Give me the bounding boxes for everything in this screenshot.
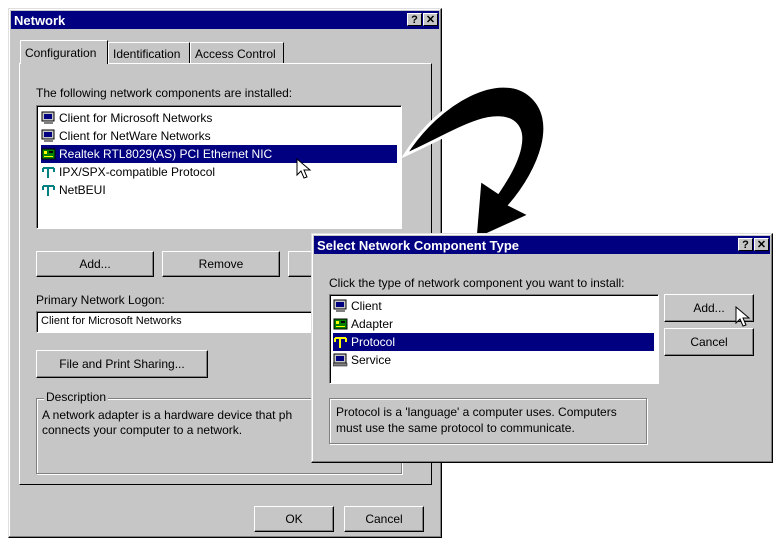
list-item[interactable]: Adapter — [333, 315, 654, 333]
list-item-selected[interactable]: Protocol — [333, 333, 654, 351]
close-button[interactable]: ✕ — [754, 238, 769, 251]
select-dialog-titlebar[interactable]: Select Network Component Type ? ✕ — [314, 236, 770, 254]
client-icon — [41, 111, 55, 124]
info-box: Protocol is a 'language' a computer uses… — [329, 398, 647, 444]
list-item[interactable]: NetBEUI — [41, 181, 397, 199]
mouse-pointer-icon — [296, 158, 312, 179]
service-icon — [333, 353, 348, 367]
tab-configuration[interactable]: Configuration — [20, 40, 108, 64]
select-component-dialog: Select Network Component Type ? ✕ Click … — [311, 233, 773, 463]
protocol-icon — [42, 167, 55, 178]
list-item-selected[interactable]: Realtek RTL8029(AS) PCI Ethernet NIC — [41, 145, 397, 163]
cancel-button[interactable]: Cancel — [344, 506, 424, 532]
mouse-pointer-icon — [735, 306, 751, 327]
client-icon — [333, 299, 347, 312]
primary-logon-value: Client for Microsoft Networks — [41, 315, 182, 327]
components-list[interactable]: Client for Microsoft Networks Client for… — [36, 105, 402, 229]
description-text: A network adapter is a hardware device t… — [42, 408, 293, 422]
protocol-icon — [334, 337, 347, 348]
help-button[interactable]: ? — [738, 238, 753, 251]
list-item[interactable]: Client for NetWare Networks — [41, 127, 397, 145]
network-titlebar[interactable]: Network ? ✕ — [11, 11, 439, 29]
list-item[interactable]: Client for Microsoft Networks — [41, 109, 397, 127]
client-icon — [41, 129, 55, 142]
remove-button[interactable]: Remove — [162, 251, 280, 277]
component-type-list[interactable]: Client Adapter Protocol Service — [329, 294, 659, 384]
dialog-title: Select Network Component Type — [317, 237, 520, 253]
info-line-1: Protocol is a 'language' a computer uses… — [336, 405, 617, 419]
primary-logon-label: Primary Network Logon: — [36, 293, 165, 307]
protocol-icon — [42, 185, 55, 196]
curved-arrow-graphic — [401, 84, 547, 240]
components-label: The following network components are ins… — [36, 86, 293, 100]
help-button[interactable]: ? — [407, 13, 422, 26]
tab-access-control[interactable]: Access Control — [190, 42, 284, 64]
info-line-2: must use the same protocol to communicat… — [336, 421, 575, 435]
select-prompt: Click the type of network component you … — [329, 276, 625, 290]
list-item[interactable]: IPX/SPX-compatible Protocol — [41, 163, 397, 181]
description-text-2: connects your computer to a network. — [42, 423, 243, 437]
tab-identification[interactable]: Identification — [108, 42, 190, 64]
adapter-icon — [333, 318, 348, 330]
description-label: Description — [44, 390, 109, 404]
adapter-icon — [41, 148, 56, 160]
ok-button[interactable]: OK — [254, 506, 334, 532]
dialog-cancel-button[interactable]: Cancel — [664, 328, 754, 356]
file-print-sharing-button[interactable]: File and Print Sharing... — [36, 350, 208, 378]
close-button[interactable]: ✕ — [423, 13, 438, 26]
window-title: Network — [14, 12, 66, 28]
list-item[interactable]: Service — [333, 351, 654, 369]
add-button[interactable]: Add... — [36, 251, 154, 277]
list-item[interactable]: Client — [333, 297, 654, 315]
